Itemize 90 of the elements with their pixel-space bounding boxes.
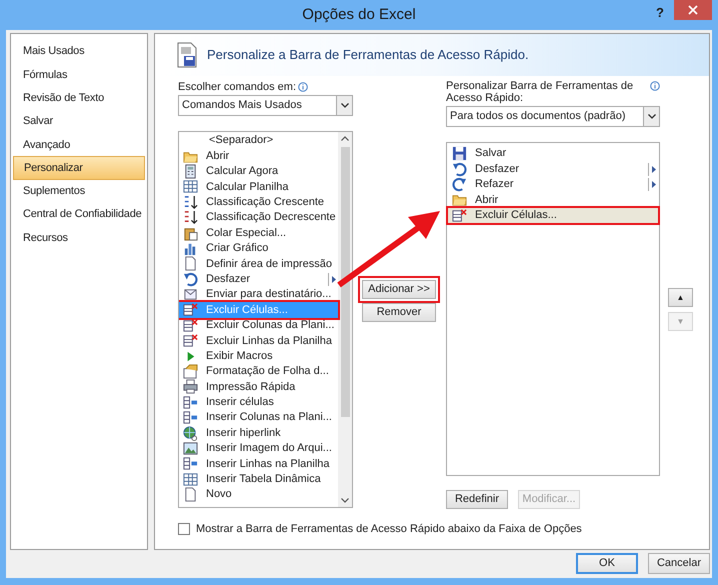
- field-label: Escolher comandos em:: [178, 80, 296, 95]
- list-item[interactable]: Calcular Agora: [179, 164, 338, 180]
- checkbox-label: Mostrar a Barra de Ferramentas de Acesso Rápido abaixo da Faixa de Opções: [196, 522, 582, 537]
- list-item[interactable]: Formatação de Folha d...: [179, 364, 338, 380]
- clipboard-icon: [183, 226, 198, 241]
- list-item[interactable]: Desfazer: [448, 161, 658, 177]
- page-icon: [183, 364, 198, 380]
- scope-dropdown[interactable]: Para todos os documentos (padrão): [446, 106, 660, 127]
- insert-cells-icon: [183, 394, 198, 410]
- submenu-arrow-icon: [332, 276, 336, 283]
- page-save-icon: [177, 42, 197, 68]
- sort-icon: [183, 210, 198, 226]
- close-icon: [688, 5, 698, 15]
- list-item[interactable]: Excluir Colunas da Plani...: [179, 318, 338, 334]
- scrollbar[interactable]: [338, 132, 352, 507]
- chevron-down-icon: [648, 114, 656, 119]
- list-item[interactable]: Excluir Linhas da Planilha: [179, 333, 338, 348]
- field-label: Personalizar Barra de Ferramentas de Acesso Rápido:: [446, 80, 634, 104]
- envelope-icon: [183, 287, 198, 302]
- list-item[interactable]: Inserir hiperlink: [179, 425, 338, 441]
- sidebar-item[interactable]: Suplementos: [13, 180, 145, 204]
- undo-icon: [183, 272, 198, 287]
- sidebar-item[interactable]: Fórmulas: [13, 63, 145, 87]
- list-item[interactable]: Novo: [179, 486, 338, 502]
- section-title: Personalize a Barra de Ferramentas de Acesso Rápido.: [207, 46, 529, 64]
- move-button[interactable]: ▲: [668, 288, 693, 307]
- info-icon: [650, 81, 660, 91]
- list-item[interactable]: Enviar para destinatário...: [179, 286, 338, 302]
- list-item[interactable]: Colar Especial...: [179, 225, 338, 241]
- printer-icon: [183, 379, 198, 394]
- sidebar-item[interactable]: Revisão de Texto: [13, 86, 145, 110]
- dropdown-button[interactable]: [336, 96, 352, 115]
- help-button[interactable]: ?: [656, 3, 664, 22]
- list-item[interactable]: Inserir Tabela Dinâmica: [179, 472, 338, 487]
- button[interactable]: Cancelar: [648, 553, 710, 574]
- list-item[interactable]: Inserir células: [179, 394, 338, 410]
- sidebar-item[interactable]: Salvar: [13, 110, 145, 134]
- info-icon: [298, 82, 308, 92]
- sort-icon: [183, 194, 198, 210]
- grid-icon: [183, 472, 198, 487]
- list-item[interactable]: Refazer: [448, 176, 658, 192]
- page-icon: [183, 487, 198, 502]
- button[interactable]: Redefinir: [446, 490, 508, 509]
- delete-cells-icon: [452, 208, 467, 223]
- calculator-icon: [183, 164, 198, 179]
- sidebar-item[interactable]: Recursos: [13, 226, 145, 250]
- list-item[interactable]: Inserir Colunas na Plani...: [179, 410, 338, 426]
- commands-dropdown[interactable]: Comandos Mais Usados: [178, 95, 353, 116]
- list-item[interactable]: Abrir: [179, 148, 338, 164]
- list-item[interactable]: Excluir Células...: [448, 208, 658, 223]
- list-item[interactable]: Classificação Decrescente: [179, 210, 338, 226]
- delete-cells-icon: [183, 318, 198, 333]
- redo-icon: [452, 176, 467, 192]
- image-icon: [183, 441, 198, 456]
- scrollbar-thumb[interactable]: [340, 147, 350, 417]
- delete-cells-icon: [183, 333, 198, 348]
- list-item[interactable]: Calcular Planilha: [179, 179, 338, 195]
- list-item[interactable]: <Separador>: [179, 133, 338, 148]
- grid-icon: [183, 179, 198, 194]
- scroll-up-icon[interactable]: [341, 136, 349, 141]
- undo-icon: [452, 162, 467, 177]
- dropdown-button[interactable]: [643, 107, 659, 126]
- button[interactable]: Remover: [362, 303, 436, 322]
- scroll-down-icon[interactable]: [341, 498, 349, 503]
- save-icon: [452, 146, 467, 162]
- list-item[interactable]: Exibir Macros: [179, 348, 338, 364]
- dropdown-value: Para todos os documentos (padrão): [449, 109, 626, 124]
- sidebar-item[interactable]: Avançado: [13, 133, 145, 156]
- sidebar-item[interactable]: Personalizar: [13, 156, 145, 180]
- page-icon: [183, 256, 198, 272]
- insert-cells-icon: [183, 410, 198, 426]
- globe-icon: [183, 426, 198, 441]
- list-item[interactable]: Inserir Imagem do Arqui...: [179, 440, 338, 456]
- button[interactable]: OK: [576, 553, 638, 574]
- list-item[interactable]: Classificação Crescente: [179, 194, 338, 210]
- list-item[interactable]: Abrir: [448, 192, 658, 208]
- sidebar-item[interactable]: Central de Confiabilidade: [13, 203, 145, 226]
- insert-cells-icon: [183, 456, 198, 472]
- checkbox[interactable]: [178, 523, 190, 536]
- list-item[interactable]: Salvar: [448, 146, 658, 162]
- sidebar-item[interactable]: Mais Usados: [13, 40, 145, 64]
- close-button[interactable]: [674, 0, 712, 20]
- list-item[interactable]: Definir área de impressão: [179, 256, 338, 272]
- list-item[interactable]: Impressão Rápida: [179, 379, 338, 395]
- list-item[interactable]: Inserir Linhas na Planilha: [179, 456, 338, 472]
- window-title: Opções do Excel: [302, 4, 416, 25]
- chevron-down-icon: [340, 103, 348, 108]
- dropdown-value: Comandos Mais Usados: [181, 98, 303, 114]
- list-item[interactable]: Criar Gráfico: [179, 240, 338, 256]
- delete-cells-icon: [183, 302, 198, 318]
